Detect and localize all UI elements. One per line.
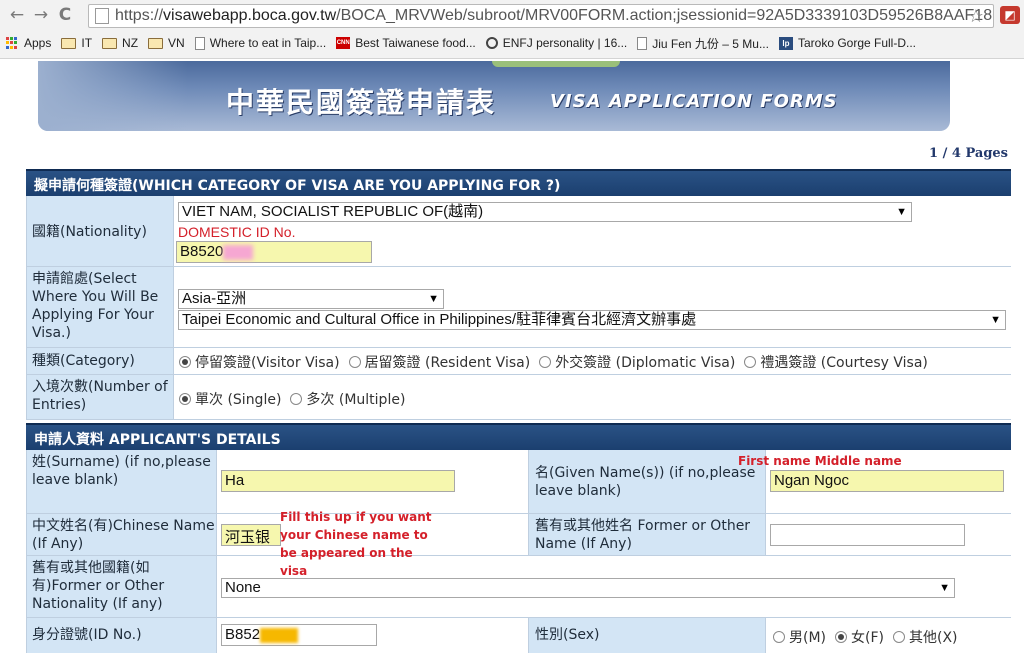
category-row: 種類(Category) 停留簽證(Visitor Visa) 居留簽證 (Re…: [26, 348, 1011, 375]
radio-visitor-visa[interactable]: [179, 356, 191, 368]
given-name-label: 名(Given Name(s)) (if no,please leave bla…: [528, 450, 766, 513]
former-nationality-label: 舊有或其他國籍(如有)Former or Other Nationality (…: [26, 556, 217, 617]
banner-title-en: VISA APPLICATION FORMS: [550, 91, 838, 112]
former-name-label: 舊有或其他姓名 Former or Other Name (If Any): [528, 514, 766, 555]
nationality-label: 國籍(Nationality): [26, 196, 174, 266]
banner-tab: [492, 61, 620, 67]
domestic-id-input[interactable]: B8520: [176, 241, 372, 263]
apps-icon: [6, 36, 19, 50]
page-count: 1 / 4 Pages: [929, 146, 1008, 161]
radio-sex-female[interactable]: [835, 631, 848, 643]
page-icon: [637, 36, 648, 50]
redaction-mark: [223, 244, 254, 260]
bookmark-taroko[interactable]: lp Taroko Gorge Full-D...: [778, 36, 916, 50]
surname-input[interactable]: Ha: [221, 470, 455, 492]
id-sex-row: 身分證號(ID No.) B852 性別(Sex) 男(M) 女(F) 其他(X…: [26, 618, 1011, 653]
office-select[interactable]: Taipei Economic and Cultural Office in P…: [178, 310, 1006, 330]
url-text: https://visawebapp.boca.gov.tw/BOCA_MRVW…: [115, 7, 994, 24]
bookmark-folder-vn[interactable]: VN: [148, 36, 185, 50]
domestic-id-label: DOMESTIC ID No.: [178, 224, 296, 240]
sex-label: 性別(Sex): [528, 618, 766, 653]
address-bar[interactable]: https://visawebapp.boca.gov.tw/BOCA_MRVW…: [88, 4, 994, 28]
former-name-input[interactable]: [770, 524, 965, 546]
lp-icon: lp: [778, 36, 793, 50]
office-label: 申請館處(Select Where You Will Be Applying F…: [26, 267, 174, 347]
page-content: 中華民國簽證申請表 VISA APPLICATION FORMS 1 / 4 P…: [0, 59, 1024, 653]
chinese-name-label: 中文姓名(有)Chinese Name (If Any): [26, 514, 217, 555]
given-name-input[interactable]: Ngan Ngoc: [770, 470, 1004, 492]
nationality-row: 國籍(Nationality) VIET NAM, SOCIALIST REPU…: [26, 196, 1011, 267]
section-applicant-details-header: 申請人資料 APPLICANT'S DETAILS: [26, 423, 1011, 450]
radio-single-entry[interactable]: [179, 393, 191, 405]
surname-label: 姓(Surname) (if no,please leave blank): [26, 450, 217, 513]
bookmarks-bar: Apps IT NZ VN Where to eat in Taip... CN…: [0, 31, 926, 55]
id-no-label: 身分證號(ID No.): [26, 618, 217, 653]
page-info-icon[interactable]: [95, 8, 109, 24]
banner-title-cn: 中華民國簽證申請表: [226, 86, 497, 119]
bookmark-apps[interactable]: Apps: [6, 36, 51, 50]
bookmark-jiu-fen[interactable]: Jiu Fen 九份 – 5 Mu...: [637, 35, 769, 52]
bookmark-where-to-eat[interactable]: Where to eat in Taip...: [194, 36, 326, 50]
category-radio-group: 停留簽證(Visitor Visa) 居留簽證 (Resident Visa) …: [170, 352, 928, 372]
bookmark-enfj[interactable]: ENFJ personality | 16...: [485, 36, 627, 50]
radio-courtesy-visa[interactable]: [744, 356, 757, 368]
page-icon: [194, 36, 205, 50]
sex-radio-group: 男(M) 女(F) 其他(X): [764, 627, 958, 647]
bookmark-star-icon[interactable]: ☆: [968, 6, 984, 27]
radio-sex-male[interactable]: [773, 631, 785, 643]
radio-diplomatic-visa[interactable]: [539, 356, 552, 368]
entries-row: 入境次數(Number of Entries) 單次 (Single) 多次 (…: [26, 375, 1011, 420]
bookmark-folder-nz[interactable]: NZ: [102, 36, 138, 50]
visa-form-banner: 中華民國簽證申請表 VISA APPLICATION FORMS: [38, 61, 950, 131]
given-name-annotation: First name Middle name: [738, 454, 902, 468]
bookmark-taiwanese-food[interactable]: CNN Best Taiwanese food...: [336, 36, 476, 50]
radio-multiple-entry[interactable]: [290, 393, 303, 405]
browser-chrome: ← → C https://visawebapp.boca.gov.tw/BOC…: [0, 0, 1024, 59]
chevron-down-icon: ▼: [428, 293, 439, 305]
redaction-mark: [260, 627, 299, 643]
reload-button[interactable]: C: [54, 4, 76, 26]
enfj-icon: [485, 37, 498, 49]
region-select[interactable]: Asia-亞洲 ▼: [178, 289, 444, 309]
entries-label: 入境次數(Number of Entries): [26, 375, 174, 419]
forward-button[interactable]: →: [30, 4, 52, 26]
id-no-input[interactable]: B852: [221, 624, 377, 646]
radio-resident-visa[interactable]: [348, 356, 361, 368]
former-nationality-row: 舊有或其他國籍(如有)Former or Other Nationality (…: [26, 556, 1011, 618]
category-label: 種類(Category): [26, 348, 174, 374]
chinese-name-input[interactable]: 河玉银: [221, 524, 281, 546]
folder-icon: [102, 37, 118, 49]
section-visa-category-header: 擬申請何種簽證(WHICH CATEGORY OF VISA ARE YOU A…: [26, 169, 1011, 196]
chevron-down-icon: ▼: [896, 206, 907, 218]
folder-icon: [61, 37, 77, 49]
radio-sex-other[interactable]: [893, 631, 905, 643]
back-button[interactable]: ←: [6, 4, 28, 26]
nationality-select[interactable]: VIET NAM, SOCIALIST REPUBLIC OF(越南) ▼: [178, 202, 912, 222]
extension-icon[interactable]: ◩: [1000, 6, 1020, 24]
cnn-icon: CNN: [336, 37, 351, 49]
chevron-down-icon: ▼: [990, 314, 1001, 326]
chinese-name-row: 中文姓名(有)Chinese Name (If Any) 河玉银 Fill th…: [26, 510, 1011, 578]
name-row: 姓(Surname) (if no,please leave blank) Ha…: [26, 450, 1011, 514]
former-nationality-select[interactable]: None ▼: [221, 578, 955, 598]
bookmark-folder-it[interactable]: IT: [61, 36, 92, 50]
entries-radio-group: 單次 (Single) 多次 (Multiple): [170, 389, 405, 409]
folder-icon: [148, 37, 164, 49]
chevron-down-icon: ▼: [939, 582, 950, 594]
office-row: 申請館處(Select Where You Will Be Applying F…: [26, 267, 1011, 348]
